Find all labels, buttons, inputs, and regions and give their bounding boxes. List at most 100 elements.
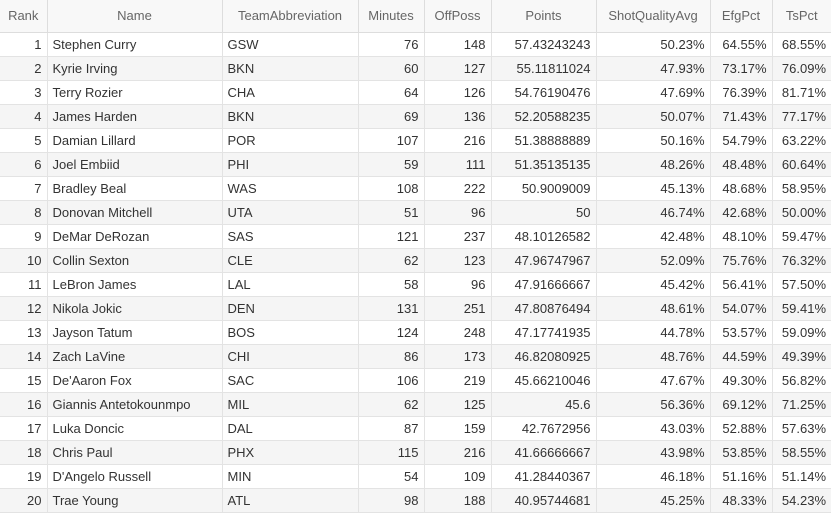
cell-shot-quality-avg: 46.74%: [596, 200, 711, 225]
cell-name: Kyrie Irving: [47, 56, 223, 81]
cell-ts-pct: 56.82%: [772, 368, 831, 393]
column-header-team-abbreviation[interactable]: TeamAbbreviation: [222, 0, 359, 33]
cell-rank: 1: [0, 32, 48, 57]
cell-ts-pct: 57.50%: [772, 272, 831, 297]
cell-shot-quality-avg: 50.16%: [596, 128, 711, 153]
cell-ts-pct: 60.64%: [772, 152, 831, 177]
cell-rank: 8: [0, 200, 48, 225]
cell-rank: 4: [0, 104, 48, 129]
cell-points: 57.43243243: [491, 32, 597, 57]
cell-offposs: 127: [424, 56, 492, 81]
cell-minutes: 115: [358, 440, 425, 465]
cell-team-abbreviation: PHX: [222, 440, 359, 465]
cell-ts-pct: 49.39%: [772, 344, 831, 369]
cell-offposs: 96: [424, 200, 492, 225]
cell-minutes: 87: [358, 416, 425, 441]
cell-team-abbreviation: GSW: [222, 32, 359, 57]
cell-ts-pct: 63.22%: [772, 128, 831, 153]
header-row: Rank Name TeamAbbreviation Minutes OffPoss Po…: [0, 0, 831, 33]
table-row[interactable]: 13 Jayson Tatum BOS 124 248 47.17741935 44.78%…: [0, 320, 831, 345]
cell-offposs: 216: [424, 128, 492, 153]
cell-name: De'Aaron Fox: [47, 368, 223, 393]
cell-points: 47.91666667: [491, 272, 597, 297]
cell-points: 48.10126582: [491, 224, 597, 249]
table-row[interactable]: 18 Chris Paul PHX 115 216 41.66666667 43.98% 53…: [0, 440, 831, 465]
cell-minutes: 58: [358, 272, 425, 297]
cell-ts-pct: 51.14%: [772, 464, 831, 489]
cell-offposs: 126: [424, 80, 492, 105]
table-row[interactable]: 8 Donovan Mitchell UTA 51 96 50 46.74% 42.68% 50…: [0, 200, 831, 225]
cell-offposs: 125: [424, 392, 492, 417]
column-header-minutes[interactable]: Minutes: [358, 0, 425, 33]
cell-shot-quality-avg: 43.03%: [596, 416, 711, 441]
table-row[interactable]: 15 De'Aaron Fox SAC 106 219 45.66210046 47.67%…: [0, 368, 831, 393]
table-row[interactable]: 7 Bradley Beal WAS 108 222 50.9009009 45.13% 48…: [0, 176, 831, 201]
column-header-name[interactable]: Name: [47, 0, 223, 33]
cell-ts-pct: 59.09%: [772, 320, 831, 345]
table-row[interactable]: 11 LeBron James LAL 58 96 47.91666667 45.42% 56…: [0, 272, 831, 297]
cell-efg-pct: 73.17%: [710, 56, 773, 81]
cell-minutes: 51: [358, 200, 425, 225]
cell-name: Joel Embiid: [47, 152, 223, 177]
cell-efg-pct: 53.57%: [710, 320, 773, 345]
cell-name: Donovan Mitchell: [47, 200, 223, 225]
cell-minutes: 98: [358, 488, 425, 513]
cell-team-abbreviation: BOS: [222, 320, 359, 345]
column-header-offposs[interactable]: OffPoss: [424, 0, 492, 33]
cell-ts-pct: 76.09%: [772, 56, 831, 81]
cell-team-abbreviation: PHI: [222, 152, 359, 177]
cell-ts-pct: 57.63%: [772, 416, 831, 441]
cell-team-abbreviation: DAL: [222, 416, 359, 441]
cell-points: 50.9009009: [491, 176, 597, 201]
cell-shot-quality-avg: 50.23%: [596, 32, 711, 57]
cell-efg-pct: 53.85%: [710, 440, 773, 465]
cell-shot-quality-avg: 45.25%: [596, 488, 711, 513]
table-row[interactable]: 4 James Harden BKN 69 136 52.20588235 50.07% 71…: [0, 104, 831, 129]
cell-minutes: 106: [358, 368, 425, 393]
table-row[interactable]: 16 Giannis Antetokounmpo MIL 62 125 45.6 56.36…: [0, 392, 831, 417]
column-header-points[interactable]: Points: [491, 0, 597, 33]
cell-shot-quality-avg: 48.76%: [596, 344, 711, 369]
cell-shot-quality-avg: 44.78%: [596, 320, 711, 345]
cell-rank: 10: [0, 248, 48, 273]
table-row[interactable]: 3 Terry Rozier CHA 64 126 54.76190476 47.69% 76…: [0, 80, 831, 105]
table-row[interactable]: 14 Zach LaVine CHI 86 173 46.82080925 48.76% 44…: [0, 344, 831, 369]
cell-shot-quality-avg: 47.93%: [596, 56, 711, 81]
column-header-shot-quality-avg[interactable]: ShotQualityAvg: [596, 0, 711, 33]
cell-shot-quality-avg: 47.69%: [596, 80, 711, 105]
column-header-efg-pct[interactable]: EfgPct: [710, 0, 773, 33]
cell-name: Bradley Beal: [47, 176, 223, 201]
cell-offposs: 123: [424, 248, 492, 273]
cell-team-abbreviation: CHA: [222, 80, 359, 105]
cell-efg-pct: 44.59%: [710, 344, 773, 369]
cell-name: James Harden: [47, 104, 223, 129]
table-row[interactable]: 12 Nikola Jokic DEN 131 251 47.80876494 48.61%…: [0, 296, 831, 321]
cell-shot-quality-avg: 56.36%: [596, 392, 711, 417]
cell-minutes: 62: [358, 248, 425, 273]
cell-efg-pct: 54.79%: [710, 128, 773, 153]
cell-efg-pct: 69.12%: [710, 392, 773, 417]
table-row[interactable]: 9 DeMar DeRozan SAS 121 237 48.10126582 42.48%…: [0, 224, 831, 249]
column-header-rank[interactable]: Rank: [0, 0, 48, 33]
table-row[interactable]: 5 Damian Lillard POR 107 216 51.38888889 50.16…: [0, 128, 831, 153]
table-row[interactable]: 1 Stephen Curry GSW 76 148 57.43243243 50.23% 6…: [0, 32, 831, 57]
table-row[interactable]: 17 Luka Doncic DAL 87 159 42.7672956 43.03% 52.…: [0, 416, 831, 441]
table-row[interactable]: 10 Collin Sexton CLE 62 123 47.96747967 52.09%…: [0, 248, 831, 273]
table-row[interactable]: 20 Trae Young ATL 98 188 40.95744681 45.25% 48.…: [0, 488, 831, 513]
cell-efg-pct: 71.43%: [710, 104, 773, 129]
column-header-ts-pct[interactable]: TsPct: [772, 0, 831, 33]
cell-offposs: 173: [424, 344, 492, 369]
cell-points: 41.66666667: [491, 440, 597, 465]
table-row[interactable]: 6 Joel Embiid PHI 59 111 51.35135135 48.26% 48.…: [0, 152, 831, 177]
cell-ts-pct: 68.55%: [772, 32, 831, 57]
table-row[interactable]: 2 Kyrie Irving BKN 60 127 55.11811024 47.93% 73…: [0, 56, 831, 81]
cell-minutes: 107: [358, 128, 425, 153]
cell-rank: 16: [0, 392, 48, 417]
cell-shot-quality-avg: 48.26%: [596, 152, 711, 177]
cell-ts-pct: 81.71%: [772, 80, 831, 105]
cell-minutes: 121: [358, 224, 425, 249]
table-row[interactable]: 19 D'Angelo Russell MIN 54 109 41.28440367 46.…: [0, 464, 831, 489]
cell-points: 40.95744681: [491, 488, 597, 513]
cell-minutes: 64: [358, 80, 425, 105]
cell-efg-pct: 48.68%: [710, 176, 773, 201]
